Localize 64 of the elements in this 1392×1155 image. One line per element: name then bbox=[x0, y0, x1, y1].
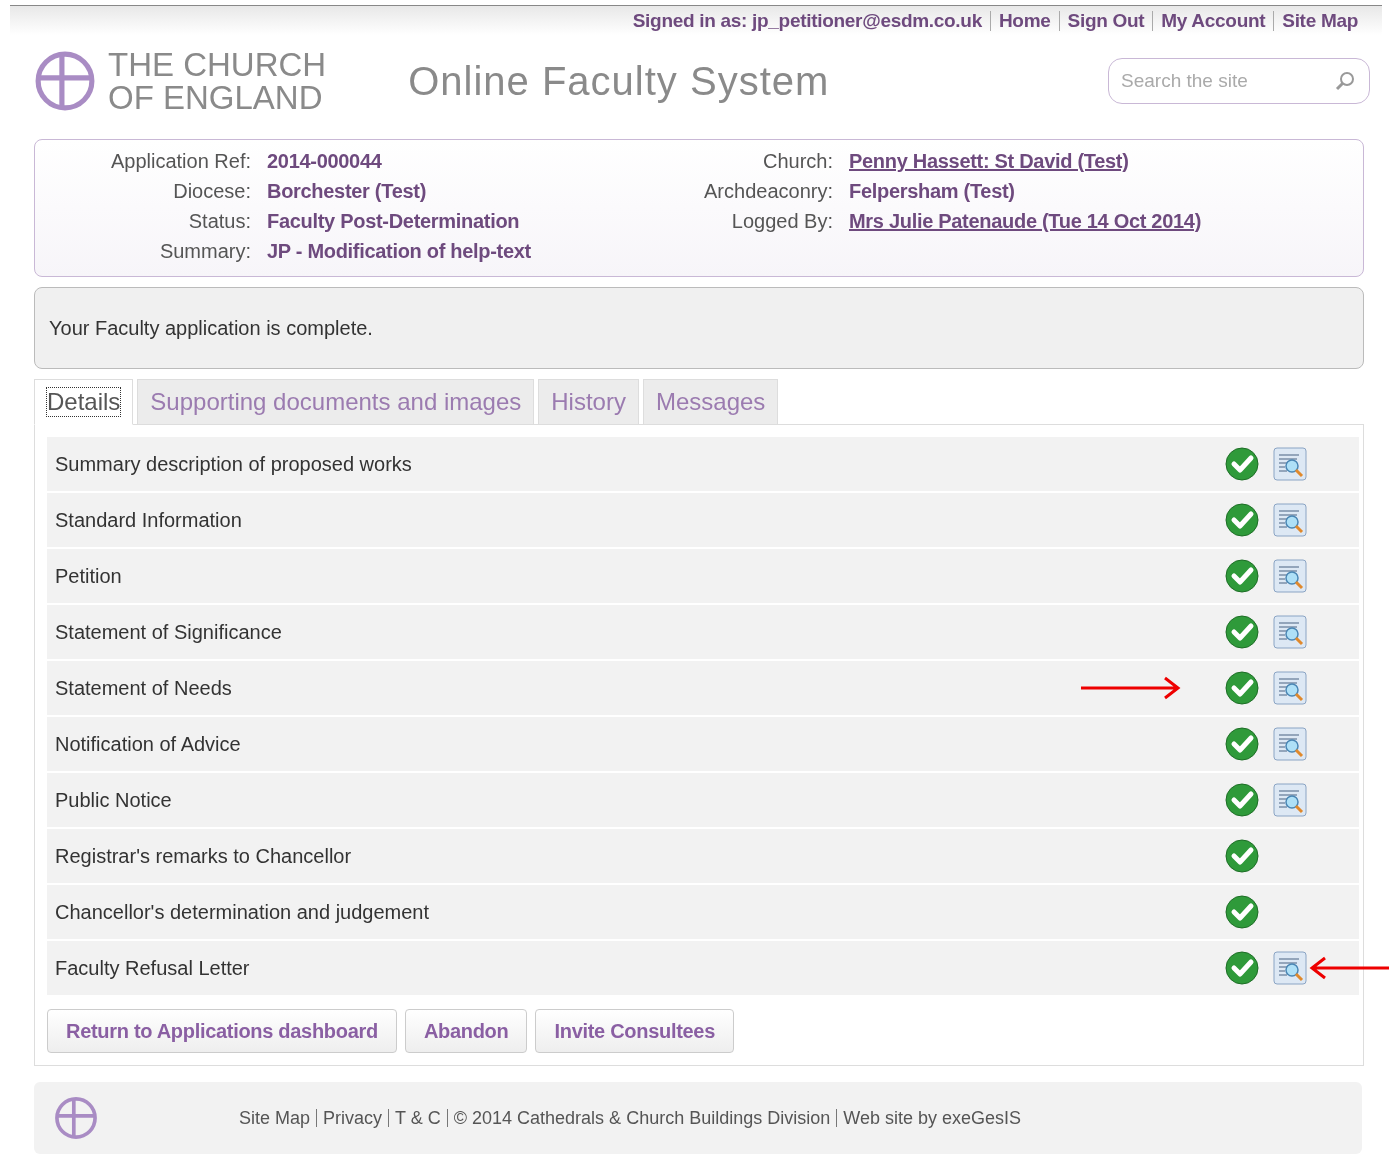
document-magnifier-icon[interactable] bbox=[1273, 671, 1307, 705]
check-icon bbox=[1225, 503, 1259, 537]
top-nav-link[interactable]: My Account bbox=[1152, 10, 1274, 31]
document-magnifier-icon[interactable] bbox=[1273, 503, 1307, 537]
field-value: Faculty Post-Determination bbox=[267, 210, 521, 233]
field-value: JP - Modification of help-text bbox=[267, 240, 532, 263]
search-field[interactable]: Search the site bbox=[1108, 58, 1370, 104]
site-title: Online Faculty System bbox=[408, 58, 830, 103]
section-title: Summary description of proposed works bbox=[55, 452, 413, 476]
action-button[interactable]: Abandon bbox=[404, 1009, 528, 1053]
document-magnifier-icon[interactable] bbox=[1273, 559, 1307, 593]
section-title: Statement of Significance bbox=[55, 620, 283, 644]
field-label: Status: bbox=[187, 210, 251, 233]
section-title: Chancellor's determination and judgement bbox=[55, 900, 431, 924]
section-title: Petition bbox=[55, 564, 123, 588]
check-icon bbox=[1225, 559, 1259, 593]
field-label: Logged By: bbox=[730, 210, 833, 233]
action-button[interactable]: Return to Applications dashboard bbox=[47, 1009, 397, 1053]
action-button[interactable]: Invite Consultees bbox=[535, 1009, 734, 1053]
footer-link[interactable]: © 2014 Cathedrals & Church Buildings Division bbox=[446, 1109, 837, 1127]
check-icon bbox=[1225, 839, 1259, 873]
document-magnifier-icon[interactable] bbox=[1273, 783, 1307, 817]
section-title: Registrar's remarks to Chancellor bbox=[55, 844, 353, 868]
footer-link[interactable]: Web site by exeGesIS bbox=[836, 1109, 1027, 1127]
top-nav-link[interactable]: Sign Out bbox=[1058, 10, 1153, 31]
document-magnifier-icon[interactable] bbox=[1273, 447, 1307, 481]
top-nav-link[interactable]: Site Map bbox=[1273, 10, 1366, 31]
section-title: Standard Information bbox=[55, 508, 243, 532]
cross-logo-icon bbox=[54, 1096, 98, 1140]
field-value: Felpersham (Test) bbox=[849, 180, 1016, 203]
logo-text: THE CHURCH bbox=[108, 48, 327, 81]
section-title: Public Notice bbox=[55, 788, 173, 812]
document-magnifier-icon[interactable] bbox=[1273, 951, 1307, 985]
section-title: Notification of Advice bbox=[55, 732, 242, 756]
document-magnifier-icon[interactable] bbox=[1273, 727, 1307, 761]
check-icon bbox=[1225, 671, 1259, 705]
check-icon bbox=[1225, 951, 1259, 985]
signed-in-text: Signed in as: jp_petitioner@esdm.co.uk bbox=[631, 10, 983, 31]
field-label: Summary: bbox=[158, 240, 251, 263]
field-link[interactable]: Mrs Julie Patenaude (Tue 14 Oct 2014) bbox=[849, 210, 1363, 233]
top-nav-link[interactable]: Home bbox=[989, 10, 1059, 31]
field-label: Church: bbox=[761, 150, 833, 173]
field-link[interactable]: Penny Hassett: St David (Test) bbox=[849, 150, 1363, 173]
check-icon bbox=[1225, 447, 1259, 481]
field-value: Borchester (Test) bbox=[267, 180, 427, 203]
cross-logo-icon bbox=[34, 50, 96, 112]
field-value: 2014-000044 bbox=[267, 150, 383, 173]
tab[interactable]: Details bbox=[34, 379, 134, 425]
section-title: Statement of Needs bbox=[55, 676, 233, 700]
footer-link[interactable]: T & C bbox=[388, 1109, 447, 1127]
status-message: Your Faculty application is complete. bbox=[34, 287, 1364, 369]
section-title: Faculty Refusal Letter bbox=[55, 956, 251, 980]
search-icon[interactable] bbox=[1334, 70, 1356, 92]
check-icon bbox=[1225, 783, 1259, 817]
document-magnifier-icon[interactable] bbox=[1273, 615, 1307, 649]
field-label: Diocese: bbox=[172, 180, 251, 203]
field-label: Archdeaconry: bbox=[703, 180, 833, 203]
footer-link[interactable]: Privacy bbox=[316, 1109, 389, 1127]
field-label: Application Ref: bbox=[109, 150, 251, 173]
footer-link[interactable]: Site Map bbox=[233, 1109, 317, 1127]
check-icon bbox=[1225, 895, 1259, 929]
check-icon bbox=[1225, 615, 1259, 649]
logo-text: OF ENGLAND bbox=[108, 81, 324, 114]
check-icon bbox=[1225, 727, 1259, 761]
